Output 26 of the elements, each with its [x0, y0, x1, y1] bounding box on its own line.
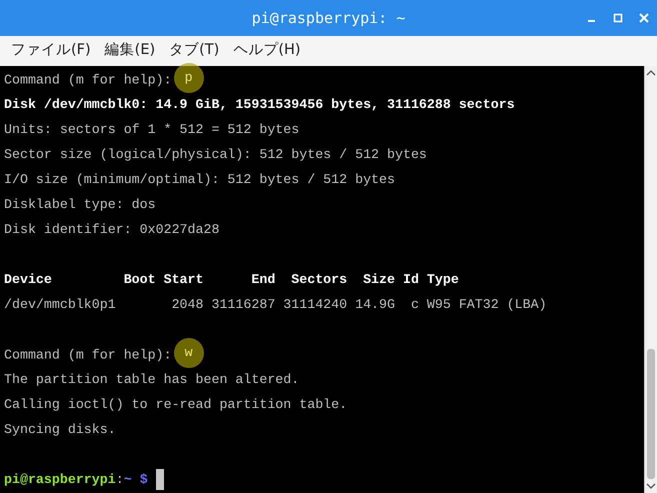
menu-item[interactable]: ファイル(F): [4, 40, 98, 62]
scrollbar-thumb[interactable]: [647, 349, 655, 479]
terminal-line: Disk /dev/mmcblk0: 14.9 GiB, 15931539456 bytes, 31116288 sectors: [4, 96, 516, 114]
terminal-line: Units: sectors of 1 * 512 = 512 bytes: [4, 121, 300, 139]
window-title: pi@raspberrypi: ~: [252, 8, 406, 29]
terminal-line: Syncing disks.: [4, 421, 117, 439]
menu-item[interactable]: 編集(E): [98, 40, 162, 62]
terminal-line: The partition table has been altered.: [4, 371, 300, 389]
menu-item[interactable]: ヘルプ(H): [226, 40, 308, 62]
prompt-symbol: $: [140, 472, 148, 487]
terminal-line: Calling ioctl() to re-read partition table.: [4, 396, 348, 414]
prompt-text: Command (m for help):: [4, 72, 172, 88]
terminal-line: Sector size (logical/physical): 512 bytes / 512 bytes: [4, 146, 428, 164]
prompt-separator: :: [116, 472, 124, 487]
prompt-text: Command (m for help):: [4, 348, 172, 363]
terminal-line: I/O size (minimum/optimal): 512 bytes / 512 bytes: [4, 171, 396, 189]
terminal-line: Disk identifier: 0x0227da28: [4, 221, 220, 239]
close-icon[interactable]: [639, 13, 649, 23]
maximize-icon[interactable]: [613, 13, 623, 23]
text-cursor: [156, 468, 164, 490]
terminal-line: /dev/mmcblk0p1 2048 31116287 31114240 14.9G c W95 FAT32 (LBA): [4, 296, 548, 314]
prompt-user: pi@raspberrypi: [4, 472, 116, 487]
menu-item[interactable]: タブ(T): [162, 40, 226, 62]
prompt-path: ~: [124, 472, 132, 487]
terminal-line: Device Boot Start End Sectors Size Id Type: [4, 271, 460, 289]
terminal-line: Disklabel type: dos: [4, 196, 157, 214]
